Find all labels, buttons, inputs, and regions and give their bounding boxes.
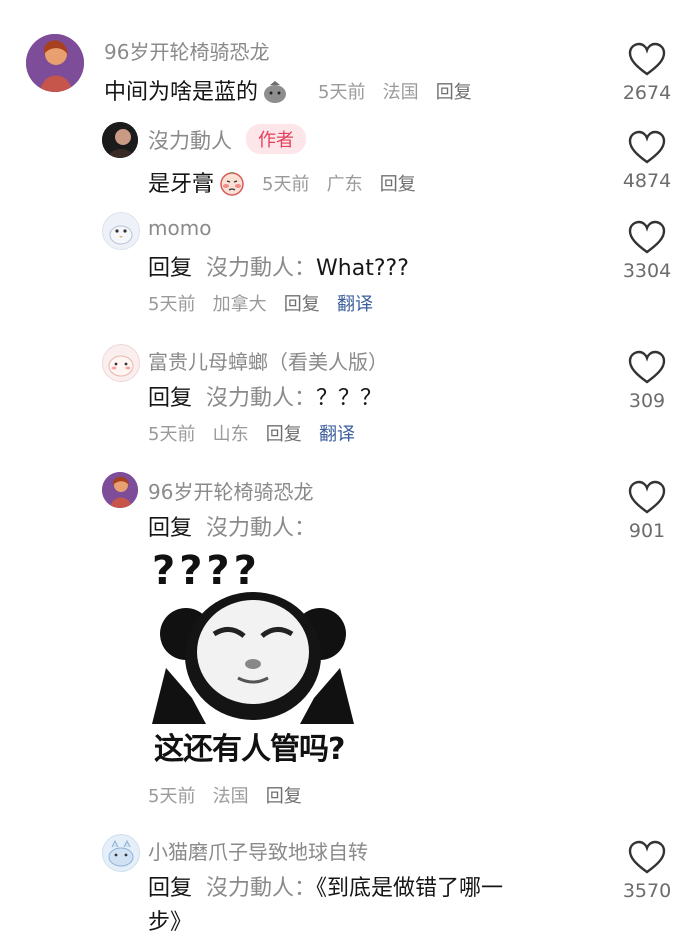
reply-button[interactable]: 回复: [266, 786, 302, 807]
like-count: 2674: [622, 82, 672, 104]
avatar[interactable]: [102, 344, 140, 382]
heart-icon[interactable]: [628, 130, 666, 164]
reply-button[interactable]: 回复: [284, 294, 320, 315]
panda-face-icon: [152, 592, 354, 724]
comment-time: 5天前: [318, 82, 366, 103]
reply-prefix: 回复: [148, 516, 193, 541]
username[interactable]: 富贵儿母蟑螂（看美人版）: [148, 346, 388, 375]
reply-target[interactable]: 沒力動人：: [206, 386, 316, 411]
comment-time: 5天前: [148, 424, 196, 445]
comment-time: 5天前: [148, 294, 196, 315]
comment-meta: 5天前 法国 回复: [318, 78, 472, 104]
comment-meta: 5天前 法国 回复: [148, 782, 302, 808]
comment-text: 回复 沒力動人：What???: [148, 250, 409, 282]
meme-sticker-image[interactable]: ???? 这还有人管吗?: [146, 548, 360, 767]
avatar[interactable]: [102, 472, 138, 508]
heart-icon[interactable]: [628, 840, 666, 874]
meme-caption: 这还有人管吗?: [154, 732, 345, 767]
comment-meta: 5天前 加拿大 回复 翻译: [148, 290, 373, 316]
dumpling-emoji-icon: [262, 79, 288, 111]
comment-location: 山东: [212, 424, 249, 445]
reply-button[interactable]: 回复: [380, 174, 416, 195]
comment-text: 是牙膏: [148, 166, 250, 203]
heart-icon[interactable]: [628, 480, 666, 514]
avatar[interactable]: [26, 34, 84, 92]
like-count: 3304: [622, 260, 672, 282]
username[interactable]: momo: [148, 216, 211, 240]
username-text[interactable]: 沒力動人: [148, 129, 232, 153]
avatar[interactable]: [102, 122, 138, 158]
reply-prefix: 回复: [148, 876, 193, 901]
comment-body: 中间为啥是蓝的: [104, 80, 259, 105]
comment-meta: 5天前 广东 回复: [262, 170, 416, 196]
author-badge: 作者: [246, 124, 306, 154]
avatar[interactable]: [102, 834, 140, 872]
username[interactable]: 96岁开轮椅骑恐龙: [148, 476, 313, 505]
like-count: 901: [628, 520, 666, 542]
translate-button[interactable]: 翻译: [337, 294, 373, 315]
reply-button[interactable]: 回复: [436, 82, 472, 103]
translate-button[interactable]: 翻译: [319, 424, 355, 445]
comment-meta: 5天前 山东 回复 翻译: [148, 420, 355, 446]
comment-text: 回复 沒力動人：《到底是做错了哪一: [148, 870, 503, 902]
comment-text: 回复 沒力動人：: [148, 510, 316, 542]
username: 沒力動人 作者: [148, 124, 306, 155]
reply-prefix: 回复: [148, 386, 193, 411]
comment-location: 法国: [382, 82, 419, 103]
reply-button[interactable]: 回复: [266, 424, 302, 445]
avatar[interactable]: [102, 212, 140, 250]
username[interactable]: 96岁开轮椅骑恐龙: [104, 36, 269, 65]
comment-location: 广东: [326, 174, 363, 195]
reply-target[interactable]: 沒力動人：: [206, 516, 316, 541]
comment-location: 加拿大: [212, 294, 267, 315]
comment-time: 5天前: [262, 174, 310, 195]
reply-prefix: 回复: [148, 256, 193, 281]
like-count: 309: [628, 390, 666, 412]
comment-text-continued: 步》: [148, 910, 193, 935]
username[interactable]: 小猫磨爪子导致地球自转: [148, 836, 368, 865]
comment-text: 回复 沒力動人：？？？: [148, 380, 382, 412]
like-count: 4874: [622, 170, 672, 192]
blushing-face-emoji-icon: [218, 169, 246, 203]
comment-text: 中间为啥是蓝的: [104, 74, 292, 111]
comment-body: ？？？: [316, 386, 383, 411]
comment-body: 是牙膏: [148, 172, 215, 197]
comment-body: 《到底是做错了哪一: [316, 876, 504, 901]
heart-icon[interactable]: [628, 42, 666, 76]
heart-icon[interactable]: [628, 350, 666, 384]
reply-target[interactable]: 沒力動人：: [206, 876, 316, 901]
comment-body: What???: [316, 256, 409, 281]
reply-target[interactable]: 沒力動人：: [206, 256, 316, 281]
comment-time: 5天前: [148, 786, 196, 807]
heart-icon[interactable]: [628, 220, 666, 254]
like-count: 3570: [622, 880, 672, 902]
comment-location: 法国: [212, 786, 249, 807]
